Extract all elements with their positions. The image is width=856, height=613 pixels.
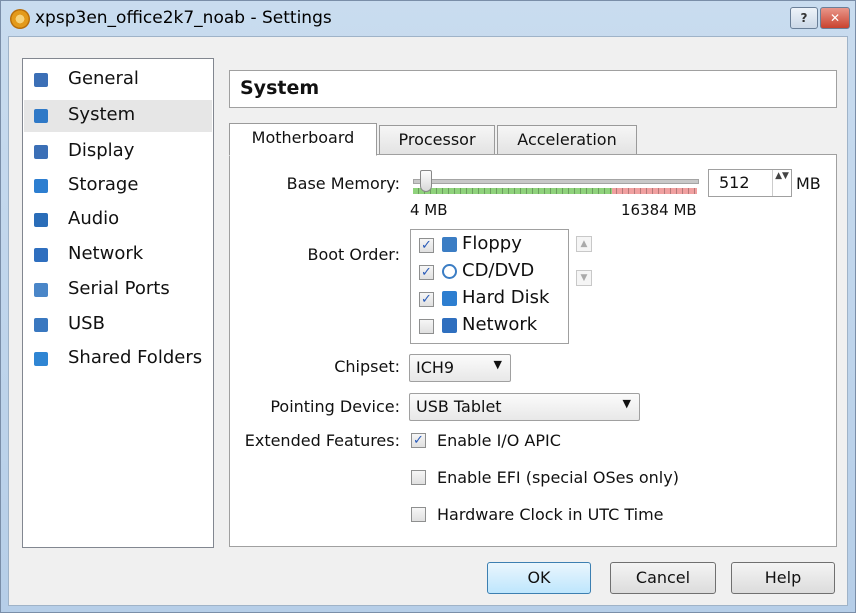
network-icon <box>442 318 457 333</box>
hard-disk-icon <box>442 291 457 306</box>
chevron-down-icon: ▼ <box>493 358 502 371</box>
utc-clock-label[interactable]: Hardware Clock in UTC Time <box>437 505 664 524</box>
sidebar-item-general[interactable]: General <box>24 64 212 96</box>
shared-folders-icon <box>34 352 48 366</box>
page-header: System <box>229 70 837 108</box>
spin-arrows-icon[interactable]: ▲▼ <box>772 170 791 196</box>
serial-ports-icon <box>34 283 48 297</box>
move-up-button[interactable]: ▲ <box>576 236 592 252</box>
ok-button[interactable]: OK <box>487 562 591 594</box>
boot-item-hard-disk[interactable]: ✓ Hard Disk <box>416 287 566 313</box>
sidebar-item-usb[interactable]: USB <box>24 309 212 341</box>
chipset-value: ICH9 <box>416 358 455 377</box>
sidebar-item-shared-folders[interactable]: Shared Folders <box>24 343 212 375</box>
usb-icon <box>34 318 48 332</box>
io-apic-label[interactable]: Enable I/O APIC <box>437 431 561 450</box>
sidebar-item-label: Serial Ports <box>68 278 170 299</box>
boot-order-list[interactable]: ✓ Floppy ✓ CD/DVD ✓ Hard Disk Network <box>410 229 569 344</box>
cancel-button[interactable]: Cancel <box>610 562 716 594</box>
boot-item-cd-dvd[interactable]: ✓ CD/DVD <box>416 260 566 286</box>
pointing-device-select[interactable]: USB Tablet ▼ <box>409 393 640 421</box>
boot-item-label: Hard Disk <box>462 287 550 308</box>
window-title: xpsp3en_office2k7_noab - Settings <box>35 8 332 28</box>
sidebar-item-label: Shared Folders <box>68 347 203 368</box>
tab-processor[interactable]: Processor <box>379 125 495 155</box>
virtualbox-app-icon <box>10 9 30 29</box>
close-button[interactable]: ✕ <box>820 7 850 29</box>
help-button[interactable]: Help <box>731 562 835 594</box>
settings-sidebar: General System Display Storage Audio Net… <box>22 58 214 548</box>
sidebar-item-label: General <box>68 68 139 89</box>
sidebar-item-serial-ports[interactable]: Serial Ports <box>24 274 212 306</box>
base-memory-slider-track[interactable] <box>413 179 699 184</box>
storage-icon <box>34 179 48 193</box>
extended-features-label: Extended Features: <box>244 431 400 450</box>
sidebar-item-label: System <box>68 104 136 125</box>
title-bar: xpsp3en_office2k7_noab - Settings ? ✕ <box>1 1 855 37</box>
efi-label[interactable]: Enable EFI (special OSes only) <box>437 468 679 487</box>
sidebar-item-label: USB <box>68 313 105 334</box>
io-apic-checkbox[interactable]: ✓ <box>411 433 426 448</box>
network-icon <box>34 248 48 262</box>
base-memory-spinbox[interactable]: 512 ▲▼ <box>708 169 792 197</box>
memory-min-label: 4 MB <box>410 201 448 219</box>
move-down-button[interactable]: ▼ <box>576 270 592 286</box>
sidebar-item-label: Audio <box>68 208 120 229</box>
memory-max-label: 16384 MB <box>621 201 697 219</box>
title-help-button[interactable]: ? <box>790 7 818 29</box>
pointing-device-label: Pointing Device: <box>270 397 400 416</box>
sidebar-item-audio[interactable]: Audio <box>24 204 212 236</box>
sidebar-item-network[interactable]: Network <box>24 239 212 271</box>
boot-item-label: CD/DVD <box>462 260 535 281</box>
chevron-down-icon: ▼ <box>622 397 631 410</box>
sidebar-item-label: Display <box>68 140 135 161</box>
tab-motherboard[interactable]: Motherboard <box>229 123 377 156</box>
boot-item-floppy[interactable]: ✓ Floppy <box>416 233 566 259</box>
display-icon <box>34 145 48 159</box>
motherboard-panel <box>229 154 837 547</box>
system-icon <box>34 109 48 123</box>
boot-order-label: Boot Order: <box>307 245 401 264</box>
floppy-icon <box>442 237 457 252</box>
page-title: System <box>240 77 320 99</box>
sidebar-item-system[interactable]: System <box>24 100 212 132</box>
sidebar-item-display[interactable]: Display <box>24 136 212 168</box>
memory-unit-label: MB <box>796 174 821 193</box>
boot-network-checkbox[interactable] <box>419 319 434 334</box>
chipset-label: Chipset: <box>334 357 400 376</box>
sidebar-item-label: Storage <box>68 174 139 195</box>
boot-hard-disk-checkbox[interactable]: ✓ <box>419 292 434 307</box>
boot-floppy-checkbox[interactable]: ✓ <box>419 238 434 253</box>
sidebar-item-label: Network <box>68 243 144 264</box>
base-memory-label: Base Memory: <box>286 174 400 193</box>
boot-cd-dvd-checkbox[interactable]: ✓ <box>419 265 434 280</box>
base-memory-slider-thumb[interactable] <box>420 170 432 192</box>
efi-checkbox[interactable] <box>411 470 426 485</box>
chipset-select[interactable]: ICH9 ▼ <box>409 354 511 382</box>
sidebar-item-storage[interactable]: Storage <box>24 170 212 202</box>
cd-dvd-icon <box>442 264 457 279</box>
tab-acceleration[interactable]: Acceleration <box>497 125 637 155</box>
pointing-device-value: USB Tablet <box>416 397 502 416</box>
audio-icon <box>34 213 48 227</box>
general-icon <box>34 73 48 87</box>
boot-item-label: Floppy <box>462 233 522 254</box>
boot-item-network[interactable]: Network <box>416 314 566 340</box>
base-memory-slider-scale <box>413 188 697 194</box>
boot-item-label: Network <box>462 314 538 335</box>
utc-clock-checkbox[interactable] <box>411 507 426 522</box>
base-memory-value[interactable]: 512 <box>719 173 750 192</box>
